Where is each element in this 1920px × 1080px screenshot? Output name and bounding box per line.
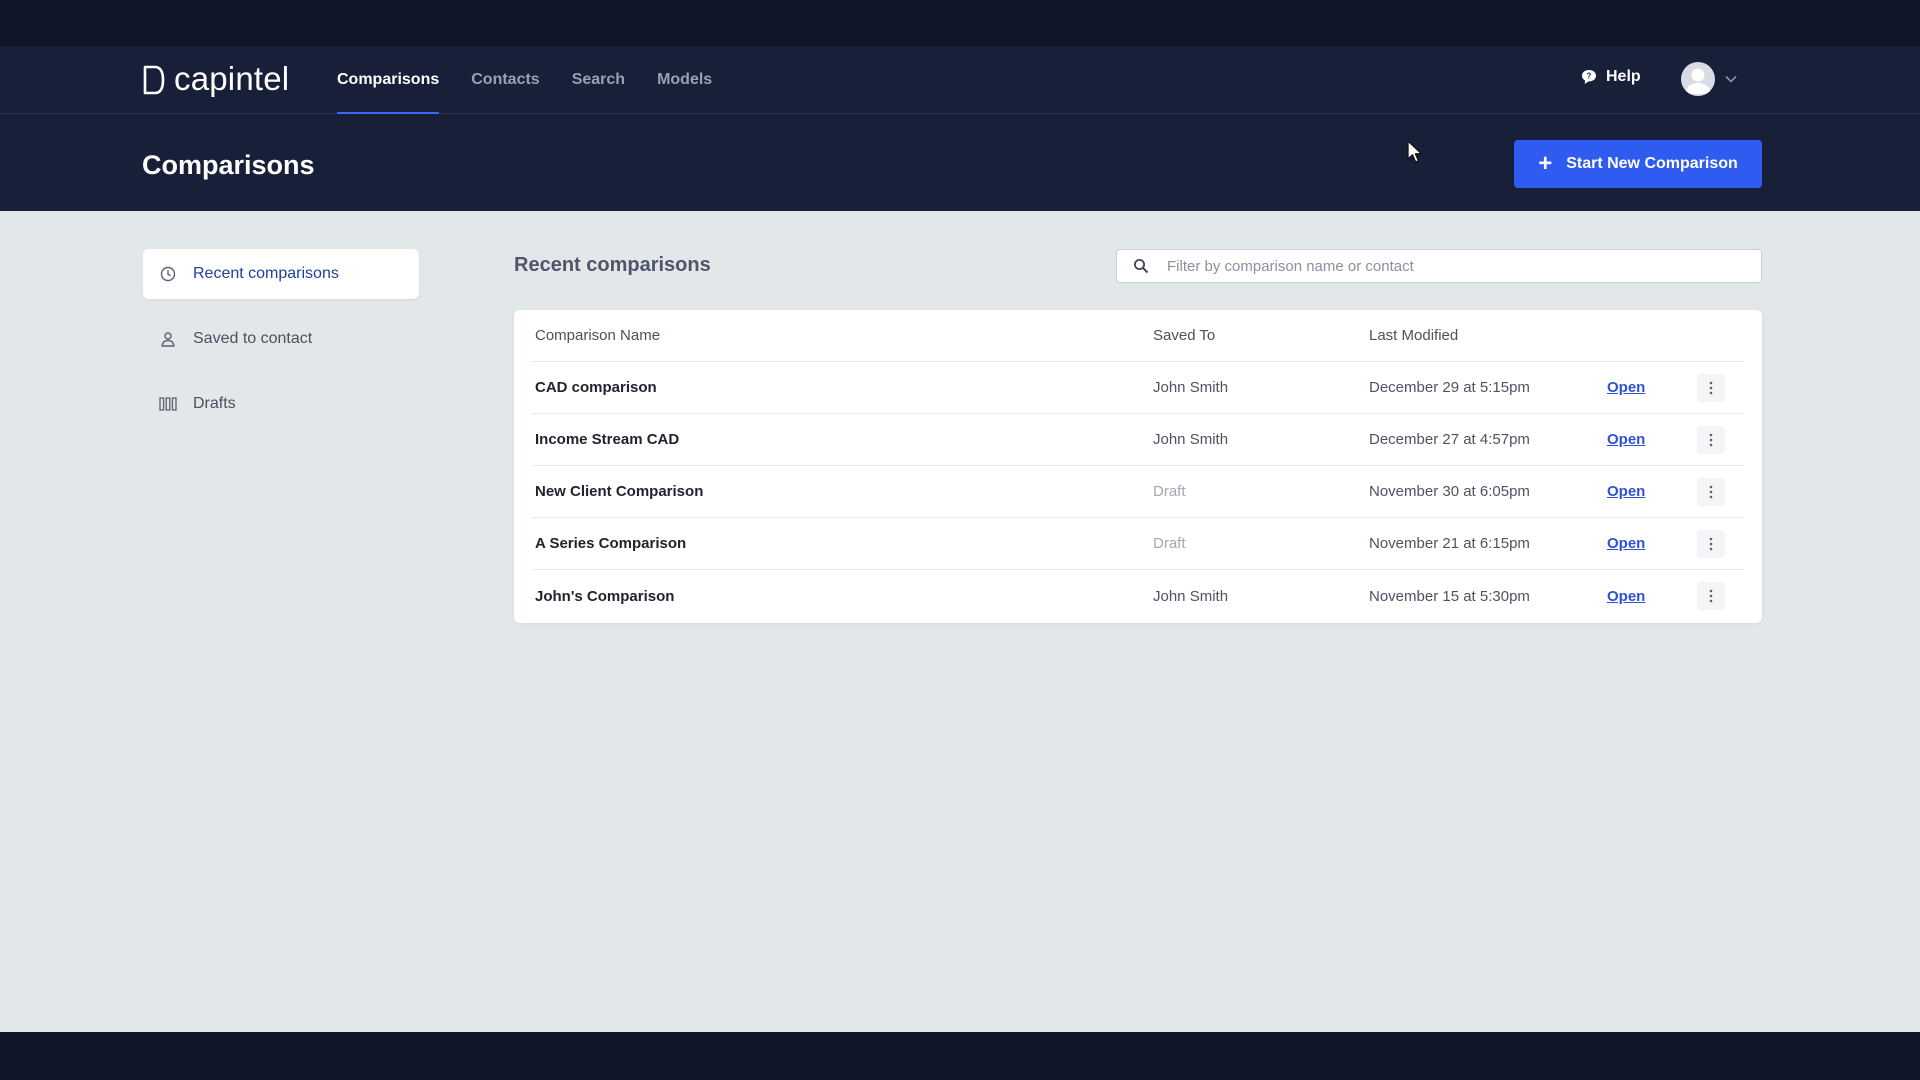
avatar <box>1681 62 1715 96</box>
vertical-dots-icon <box>1709 485 1713 498</box>
comparison-name: CAD comparison <box>535 379 657 396</box>
table-row[interactable]: CAD comparison John Smith December 29 at… <box>532 362 1744 414</box>
sidebar-item-label: Drafts <box>193 395 236 412</box>
start-new-comparison-label: Start New Comparison <box>1566 155 1738 172</box>
sidebar: Recent comparisons Saved to contact Draf… <box>143 249 419 444</box>
mouse-cursor-icon <box>1407 140 1423 163</box>
saved-to: John Smith <box>1153 587 1229 605</box>
nav-links: Comparisons Contacts Search Models <box>337 46 744 114</box>
vertical-dots-icon <box>1709 433 1713 446</box>
start-new-comparison-button[interactable]: + Start New Comparison <box>1514 140 1762 188</box>
column-header-name[interactable]: Comparison Name <box>532 327 1153 344</box>
last-modified: November 30 at 6:05pm <box>1369 483 1530 500</box>
header: capintel Comparisons Contacts Search Mod… <box>0 46 1920 211</box>
user-menu[interactable] <box>1681 62 1737 96</box>
open-link[interactable]: Open <box>1607 535 1697 552</box>
more-options-button[interactable] <box>1697 477 1725 506</box>
more-options-button[interactable] <box>1697 425 1725 454</box>
column-header-last-modified[interactable]: Last Modified <box>1369 327 1607 344</box>
section-title: Recent comparisons <box>514 254 711 276</box>
sidebar-item-label: Recent comparisons <box>193 265 339 282</box>
help-bubble-icon: ? <box>1582 70 1596 84</box>
page-title: Comparisons <box>142 150 315 180</box>
vertical-dots-icon <box>1709 381 1713 394</box>
sidebar-item-label: Saved to contact <box>193 330 313 347</box>
comparisons-table: Comparison Name Saved To Last Modified C… <box>514 310 1762 623</box>
more-options-button[interactable] <box>1697 529 1725 558</box>
person-icon <box>159 330 177 348</box>
open-link[interactable]: Open <box>1607 588 1697 605</box>
table-row[interactable]: John's Comparison John Smith November 15… <box>532 570 1744 622</box>
top-nav: capintel Comparisons Contacts Search Mod… <box>0 46 1920 114</box>
open-link[interactable]: Open <box>1607 379 1697 396</box>
logo-text: capintel <box>174 60 290 97</box>
sidebar-item-recent-comparisons[interactable]: Recent comparisons <box>143 249 419 299</box>
last-modified: December 27 at 4:57pm <box>1369 431 1530 448</box>
more-options-button[interactable] <box>1697 582 1725 610</box>
comparison-name: A Series Comparison <box>535 535 687 552</box>
last-modified: December 29 at 5:15pm <box>1369 379 1530 396</box>
search-icon <box>1134 259 1149 274</box>
open-link[interactable]: Open <box>1607 431 1697 448</box>
filter-input[interactable] <box>1167 251 1761 281</box>
saved-to: Draft <box>1153 483 1186 500</box>
nav-contacts[interactable]: Contacts <box>471 46 539 114</box>
saved-to: John Smith <box>1153 431 1229 448</box>
window-bottom-strip <box>0 1032 1920 1080</box>
chevron-down-icon <box>1725 75 1737 83</box>
plus-icon: + <box>1538 150 1553 177</box>
nav-comparisons[interactable]: Comparisons <box>337 46 440 114</box>
help-label: Help <box>1606 68 1641 85</box>
saved-to: Draft <box>1153 535 1186 552</box>
table-header: Comparison Name Saved To Last Modified <box>532 310 1744 362</box>
app-window: capintel Comparisons Contacts Search Mod… <box>0 46 1920 1032</box>
filter-box <box>1116 249 1762 283</box>
user-silhouette-icon <box>1685 68 1711 94</box>
logo-mark-icon <box>143 65 165 95</box>
vertical-dots-icon <box>1709 589 1713 603</box>
nav-search[interactable]: Search <box>572 46 625 114</box>
logo[interactable]: capintel <box>142 61 289 97</box>
column-header-saved-to[interactable]: Saved To <box>1153 327 1369 344</box>
help-button[interactable]: ? Help <box>1580 68 1641 86</box>
drafts-icon <box>159 395 177 413</box>
saved-to: John Smith <box>1153 379 1229 396</box>
sidebar-item-drafts[interactable]: Drafts <box>143 379 419 429</box>
table-row[interactable]: A Series Comparison Draft November 21 at… <box>532 518 1744 570</box>
last-modified: November 15 at 5:30pm <box>1369 587 1530 605</box>
comparison-name: New Client Comparison <box>535 483 704 500</box>
sidebar-item-saved-to-contact[interactable]: Saved to contact <box>143 314 419 364</box>
vertical-dots-icon <box>1709 537 1713 550</box>
table-row[interactable]: New Client Comparison Draft November 30 … <box>532 466 1744 518</box>
open-link[interactable]: Open <box>1607 483 1697 500</box>
nav-models[interactable]: Models <box>657 46 712 114</box>
comparison-name: John's Comparison <box>535 587 675 605</box>
svg-text:?: ? <box>1587 72 1592 81</box>
table-row[interactable]: Income Stream CAD John Smith December 27… <box>532 414 1744 466</box>
last-modified: November 21 at 6:15pm <box>1369 535 1530 552</box>
clock-icon <box>159 265 177 283</box>
more-options-button[interactable] <box>1697 373 1725 402</box>
comparison-name: Income Stream CAD <box>535 431 680 448</box>
window-top-strip <box>0 0 1920 46</box>
